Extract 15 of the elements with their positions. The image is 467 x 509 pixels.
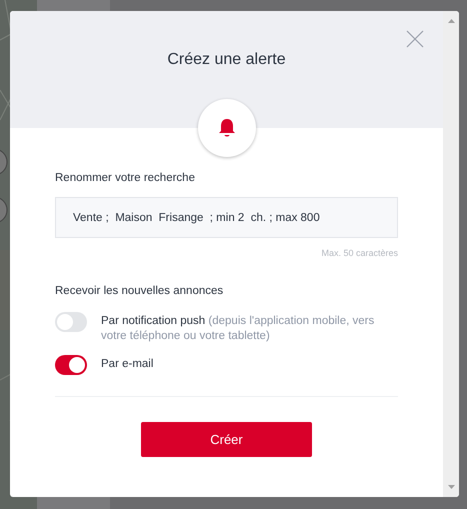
character-limit-hint: Max. 50 caractères bbox=[321, 248, 398, 258]
dialog-title: Créez une alerte bbox=[167, 51, 286, 69]
toggle-switch[interactable] bbox=[55, 312, 87, 332]
field-label: Renommer votre recherche bbox=[55, 172, 196, 184]
create-button[interactable]: Créer bbox=[141, 422, 312, 457]
toggle-switch[interactable] bbox=[55, 355, 87, 375]
close-button[interactable] bbox=[405, 29, 425, 49]
section-label: Recevoir les nouvelles annonces bbox=[55, 285, 224, 297]
scroll-up-icon[interactable] bbox=[448, 19, 454, 23]
option-label: Par notification push (depuis l'application mobile, vers votre téléphone ou votre tablette) bbox=[101, 314, 376, 344]
scroll-down-icon[interactable] bbox=[448, 485, 454, 489]
option-label: Par e-mail bbox=[101, 357, 154, 372]
close-icon bbox=[405, 29, 425, 49]
search-name-field[interactable]: Vente ; Maison Frisange ; min 2 ch. ; max 800 bbox=[55, 197, 398, 238]
bell-icon bbox=[218, 119, 234, 137]
